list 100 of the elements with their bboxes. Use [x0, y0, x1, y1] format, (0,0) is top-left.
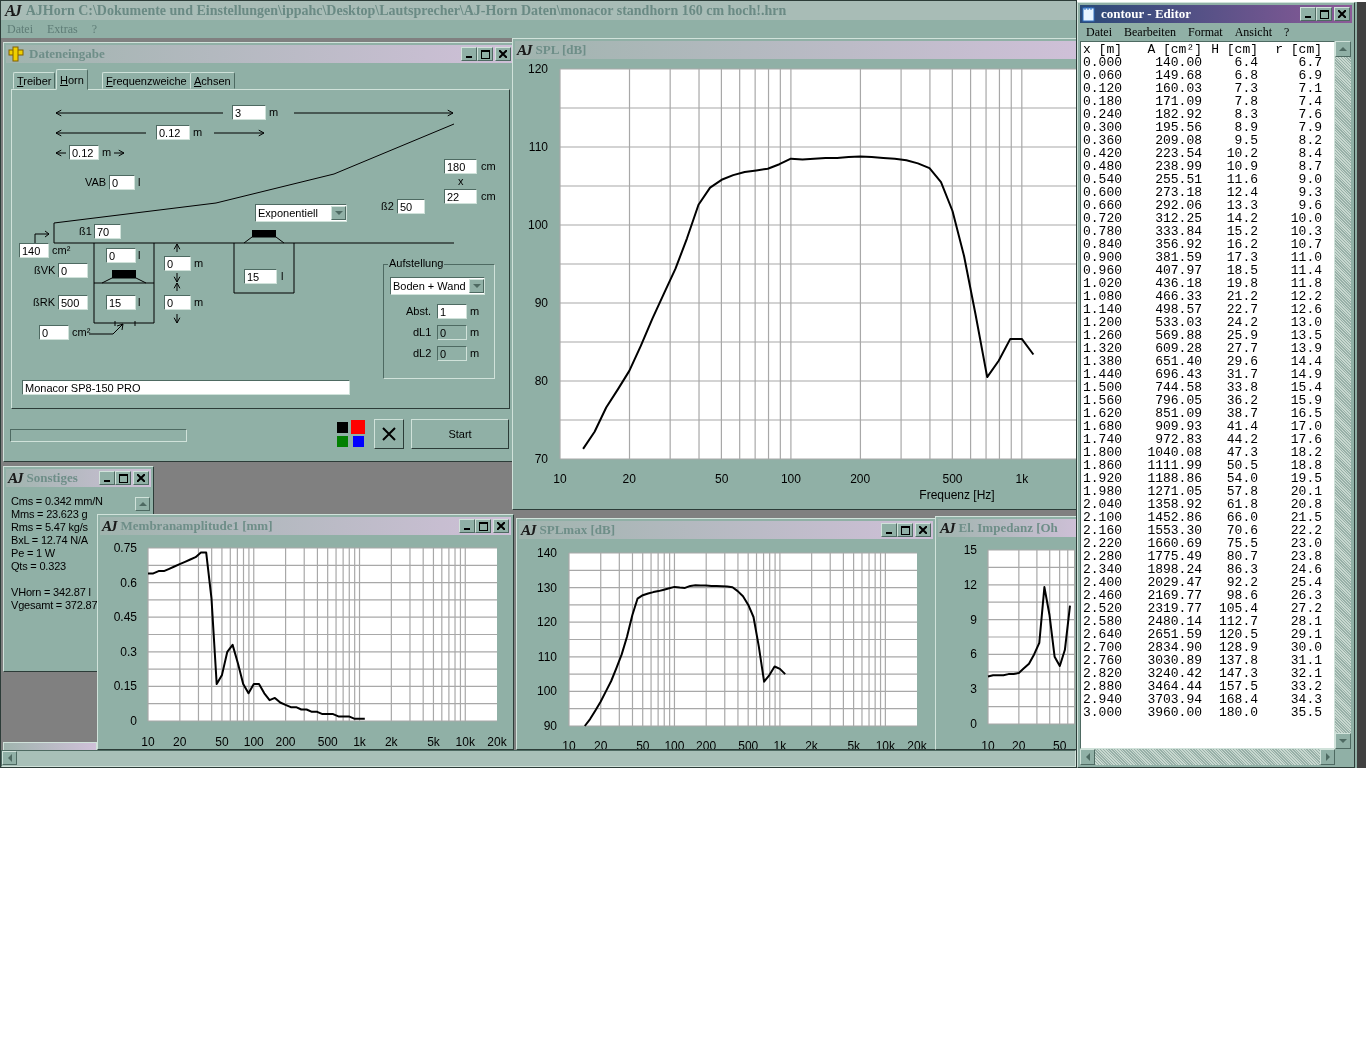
table-cell-text: 30.0 [1289, 641, 1322, 654]
input-field[interactable]: 70 [94, 224, 121, 239]
menu-item[interactable]: Datei [1086, 24, 1112, 40]
menu-item[interactable]: Format [1188, 24, 1223, 40]
input-field[interactable]: 0 [164, 295, 191, 310]
minimize-button[interactable] [881, 523, 897, 537]
text-area[interactable] [1080, 41, 1335, 749]
input-field[interactable]: 0 [58, 263, 88, 278]
close-button[interactable] [493, 519, 509, 533]
input-field[interactable]: 22 [444, 189, 477, 204]
color-swatch[interactable] [336, 421, 348, 433]
horizontal-scrollbar[interactable] [1, 750, 1076, 767]
input-field[interactable]: 50 [397, 199, 425, 214]
input-field[interactable]: 15 [244, 269, 277, 284]
menu-item[interactable]: ? [1284, 24, 1290, 40]
input-field[interactable]: 180 [444, 159, 477, 174]
y-tick-label: 80 [534, 374, 548, 388]
input-field[interactable]: 0 [39, 325, 69, 340]
y-tick-label: 0.15 [113, 679, 137, 694]
input-field[interactable]: 15 [106, 295, 136, 310]
vertical-scrollbar[interactable] [1335, 41, 1351, 749]
table-cell-text: 10.3 [1289, 225, 1322, 238]
scroll-up-button[interactable] [1335, 41, 1351, 57]
input-field[interactable]: 0.12 [156, 125, 190, 140]
table-cell-text: 238.99 [1154, 160, 1202, 173]
menu-item[interactable]: Ansicht [1234, 24, 1272, 40]
table-cell-text: 7.4 [1297, 95, 1322, 108]
scroll-up-button[interactable] [135, 497, 150, 511]
x-tick-label: 10 [553, 472, 567, 486]
scroll-left-button[interactable] [2, 751, 17, 765]
placement-dropdown[interactable]: Boden + Wand [390, 277, 485, 295]
left-arrow-icon [7, 754, 12, 762]
table-cell-text: 33.8 [1225, 381, 1258, 394]
close-button[interactable] [133, 471, 149, 485]
close-icon [499, 50, 507, 58]
table-cell-text: 381.59 [1154, 251, 1202, 264]
table-cell-text: 0.240 [1083, 108, 1123, 121]
cancel-button[interactable] [374, 419, 404, 449]
close-button[interactable] [915, 523, 931, 537]
y-tick-label: 100 [527, 218, 548, 232]
table-cell-text: 1.740 [1083, 433, 1123, 446]
window-title: Dateneingabe [29, 46, 106, 62]
menu-item[interactable]: Bearbeiten [1124, 24, 1176, 40]
info-text: Cms = 0.342 mm/N [11, 495, 103, 508]
table-cell-text: 0.540 [1083, 173, 1123, 186]
table-cell-text: 112.7 [1218, 615, 1258, 628]
color-swatch[interactable] [352, 436, 364, 447]
tab[interactable]: Frequenzweiche [102, 72, 191, 89]
input-field[interactable]: 0.12 [69, 145, 99, 160]
minimize-button[interactable] [459, 519, 475, 533]
input-field[interactable]: 140 [19, 243, 49, 258]
speaker-icon [101, 270, 147, 284]
tab[interactable]: Horn [56, 69, 88, 90]
close-icon [1338, 10, 1346, 18]
app-logo: AJ [940, 520, 954, 536]
table-cell-text: 180.0 [1218, 706, 1258, 719]
close-button[interactable] [1334, 7, 1350, 21]
table-cell-text: 0.300 [1083, 121, 1123, 134]
scroll-left-button[interactable] [1080, 749, 1095, 765]
driver-name-field[interactable]: Monacor SP8-150 PRO [22, 380, 350, 395]
field-label: ßVK [34, 264, 56, 276]
table-cell-text: 7.6 [1297, 108, 1322, 121]
maximize-button[interactable] [477, 47, 493, 61]
minimize-button[interactable] [1300, 7, 1316, 21]
maximize-button[interactable] [897, 523, 913, 537]
table-cell-text: 157.5 [1218, 680, 1258, 693]
minimize-button[interactable] [461, 47, 477, 61]
dimension-arrow [173, 243, 181, 253]
table-cell-text: 128.9 [1218, 641, 1258, 654]
x-tick-label: 20 [173, 735, 187, 749]
start-button[interactable]: Start [411, 419, 509, 449]
close-button[interactable] [495, 47, 511, 61]
scroll-right-button[interactable] [1320, 749, 1335, 765]
maximize-button[interactable] [1316, 7, 1332, 21]
color-swatch[interactable] [336, 436, 348, 447]
app-logo: AJ [517, 42, 531, 58]
table-cell-text: 8.3 [1233, 108, 1258, 121]
color-swatch[interactable] [351, 420, 365, 434]
scroll-down-button[interactable] [1335, 733, 1351, 749]
input-field[interactable]: 0 [109, 175, 135, 190]
port-arrow [88, 323, 124, 335]
info-text: Qts = 0.323 [11, 560, 66, 573]
input-field[interactable]: 0 [106, 248, 136, 263]
table-cell-text: 23.8 [1289, 550, 1322, 563]
tab[interactable]: Treiber [13, 72, 56, 89]
input-field[interactable]: 3 [232, 105, 266, 120]
minimize-button[interactable] [99, 471, 115, 485]
tab[interactable]: Achsen [190, 72, 235, 89]
maximize-button[interactable] [115, 471, 131, 485]
dimension-arrow [113, 149, 125, 157]
x-tick-label: 200 [275, 735, 296, 749]
maximize-button[interactable] [475, 519, 491, 533]
horizontal-scrollbar[interactable] [1080, 749, 1335, 765]
table-cell-text: 2.940 [1083, 693, 1123, 706]
profile-dropdown[interactable]: Exponentiell [255, 204, 347, 222]
input-field[interactable]: 0 [164, 256, 191, 271]
table-cell-text: 15.4 [1289, 381, 1322, 394]
table-cell-text: 25.4 [1289, 576, 1322, 589]
input-field[interactable]: 500 [58, 295, 88, 310]
input-field[interactable]: 1 [437, 304, 467, 319]
